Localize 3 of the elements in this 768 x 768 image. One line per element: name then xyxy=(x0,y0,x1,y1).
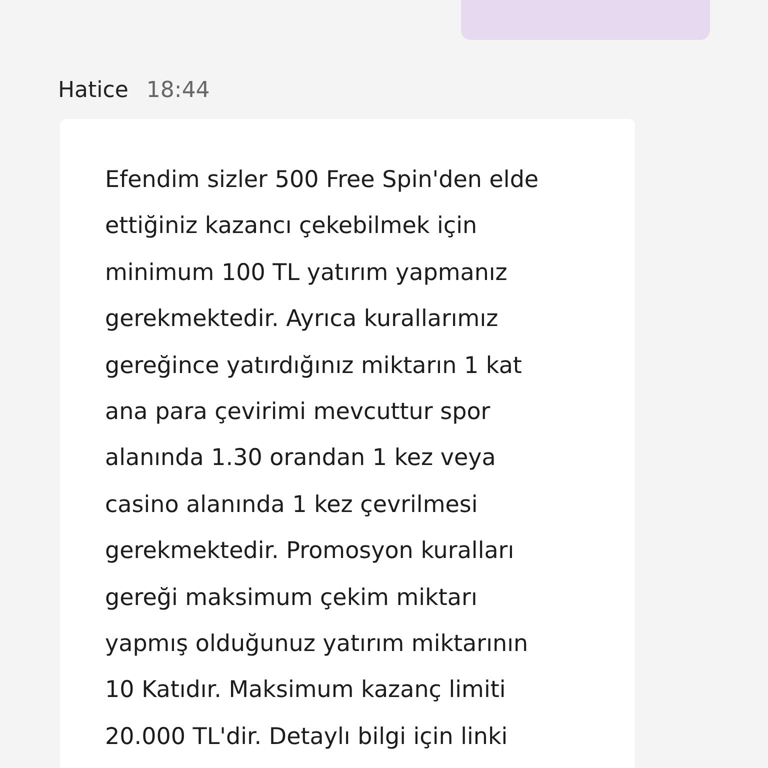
message-time: 18:44 xyxy=(146,78,210,103)
message-text: Efendim sizler 500 Free Spin'den elde ettiğiniz kazancı çekebilmek için minimum 100 TL yatırım yapmanız gerekmektedir. Ayrıca kurallarımız gereğince yatırdığınız miktarın 1 kat ana para çevirimi mevcuttur spor alanında 1.30 orandan 1 kez veya casino alanında 1 kez çevrilmesi gerekmektedir. Promosyon kuralları gereği maksimum çekim miktarı yapmış olduğunuz yatırım miktarının 10 Katıdır. Maksimum kazanç limiti 20.000 TL'dir. Detaylı bilgi için linki xyxy=(105,166,540,752)
sender-name: Hatice xyxy=(58,78,128,103)
